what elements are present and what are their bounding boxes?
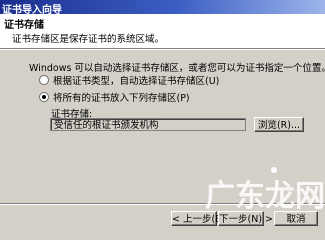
place-in-store-option[interactable]: 将所有的证书放入下列存储区(P) <box>39 90 190 104</box>
watermark-logo: 广东龙网 <box>205 179 325 214</box>
radio-auto-select[interactable] <box>39 75 49 85</box>
page-description: 证书存储区是保存证书的系统区域。 <box>12 34 165 45</box>
header-divider <box>0 48 325 50</box>
place-in-store-label: 将所有的证书放入下列存储区(P) <box>53 93 190 104</box>
auto-select-store-option[interactable]: 根据证书类型，自动选择证书存储区(U) <box>39 73 219 87</box>
page-title: 证书存储 <box>4 20 44 31</box>
wizard-header: 证书存储 证书存储区是保存证书的系统区域。 <box>0 14 325 48</box>
auto-select-label: 根据证书类型，自动选择证书存储区(U) <box>53 76 220 87</box>
watermark-dot <box>271 167 277 173</box>
window-titlebar: 证书导入向导 <box>0 0 325 16</box>
browse-button[interactable]: 浏览(R)... <box>254 117 304 132</box>
radio-place-in-store[interactable] <box>39 92 49 102</box>
certificate-store-field[interactable]: 受信任的根证书颁发机构 <box>50 118 246 131</box>
intro-text: Windows 可以自动选择证书存储区，或者您可以为证书指定一个位置。 <box>29 63 325 74</box>
